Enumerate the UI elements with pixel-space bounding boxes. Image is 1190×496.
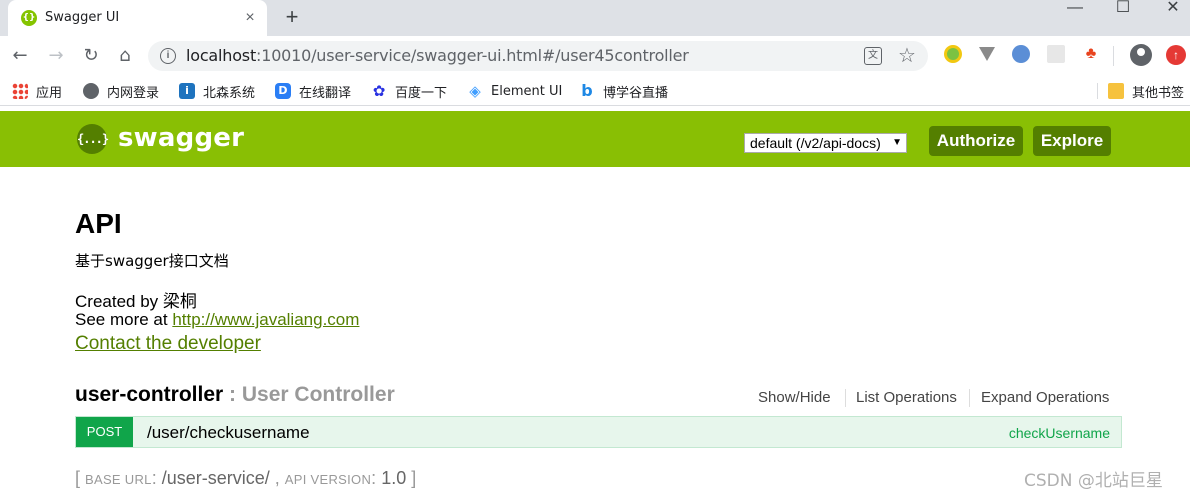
list-operations-link[interactable]: List Operations: [856, 389, 957, 406]
extension-blank-icon[interactable]: [1047, 45, 1065, 63]
tab-strip: {} Swagger UI × + — ☐ ✕: [0, 0, 1190, 36]
resource-heading[interactable]: user-controller : User Controller: [75, 383, 395, 407]
bookmark-intranet-login[interactable]: 内网登录: [83, 82, 159, 101]
toolbar-divider: [1113, 46, 1114, 66]
base-url-value: /user-service/: [161, 468, 270, 488]
extension-network-icon[interactable]: ♣: [1082, 45, 1100, 63]
bookmark-other[interactable]: 其他书签: [1107, 82, 1184, 101]
tab-swagger-ui[interactable]: {} Swagger UI ×: [8, 0, 267, 36]
profile-avatar-icon[interactable]: [1130, 44, 1152, 66]
translate-icon[interactable]: 文: [864, 47, 882, 65]
operation-path[interactable]: /user/checkusername: [147, 423, 310, 443]
bookmark-element-ui[interactable]: ◈ Element UI: [467, 82, 562, 100]
operation-row[interactable]: POST /user/checkusername checkUsername: [75, 416, 1122, 448]
created-by: Created by 梁桐: [75, 292, 197, 311]
bilibili-icon: b: [581, 81, 593, 100]
window-close-icon[interactable]: ✕: [1150, 0, 1190, 32]
see-more-line: See more at http://www.javaliang.com: [75, 310, 360, 329]
csdn-watermark: CSDN @北站巨星: [1024, 471, 1163, 491]
apps-grid-icon: [12, 83, 28, 99]
api-info: Created by 梁桐 See more at http://www.jav…: [75, 293, 359, 329]
bookmark-apps[interactable]: 应用: [12, 82, 62, 101]
url-text[interactable]: localhost:10010/user-service/swagger-ui.…: [186, 46, 689, 65]
expand-operations-link[interactable]: Expand Operations: [981, 389, 1109, 406]
tab-close-icon[interactable]: ×: [240, 8, 260, 28]
bookmark-boxuegu-live[interactable]: b 博学谷直播: [579, 81, 668, 101]
bookmark-beisen[interactable]: i 北森系统: [179, 82, 255, 101]
minimize-icon[interactable]: —: [1052, 0, 1098, 32]
extension-vue-icon[interactable]: [978, 45, 996, 63]
api-description: 基于swagger接口文档: [75, 252, 229, 270]
api-title: API: [75, 208, 122, 239]
ops-divider: [969, 389, 970, 407]
back-arrow-icon[interactable]: ←: [8, 44, 32, 68]
base-url-label: BASE URL: [85, 472, 152, 487]
extension-blue-icon[interactable]: [1012, 45, 1030, 63]
address-bar[interactable]: i localhost:10010/user-service/swagger-u…: [148, 41, 928, 71]
dropdown-caret-icon: ▼: [892, 137, 902, 148]
operation-nickname[interactable]: checkUsername: [1009, 425, 1110, 441]
home-icon[interactable]: ⌂: [113, 44, 137, 68]
website-link[interactable]: http://www.javaliang.com: [172, 310, 359, 329]
authorize-button[interactable]: Authorize: [929, 126, 1023, 156]
tab-title: Swagger UI: [45, 10, 120, 25]
api-version-label: API VERSION: [284, 472, 372, 487]
show-hide-link[interactable]: Show/Hide: [758, 389, 831, 406]
site-info-icon[interactable]: i: [160, 48, 176, 64]
http-method-badge[interactable]: POST: [76, 417, 133, 447]
folder-icon: [1107, 83, 1124, 99]
update-icon[interactable]: ↑: [1166, 45, 1186, 65]
bookmarks-divider: [1097, 83, 1098, 99]
new-tab-button[interactable]: +: [279, 4, 305, 30]
swagger-logo-text[interactable]: swagger: [118, 123, 244, 153]
bookmarks-bar: 应用 内网登录 i 北森系统 D 在线翻译 ✿ 百度一下 ◈ Element UI b博…: [0, 76, 1190, 106]
baidu-paw-icon: ✿: [372, 82, 386, 100]
swagger-header: {...} swagger default (/v2/api-docs) ▼ Au…: [0, 111, 1190, 167]
element-icon: ◈: [469, 82, 481, 100]
globe-icon: [83, 83, 99, 99]
explore-button[interactable]: Explore: [1033, 126, 1111, 156]
api-footer: [ BASE URL: /user-service/ , API VERSION…: [75, 468, 417, 488]
bookmark-star-icon[interactable]: ☆: [898, 43, 916, 68]
bookmark-online-translate[interactable]: D 在线翻译: [275, 82, 351, 101]
reload-icon[interactable]: ↻: [79, 44, 103, 68]
beisen-icon: i: [179, 83, 195, 99]
ops-divider: [845, 389, 846, 407]
api-version-value: 1.0: [381, 468, 407, 488]
translate-d-icon: D: [275, 83, 291, 99]
bookmark-baidu[interactable]: ✿ 百度一下: [371, 82, 447, 101]
forward-arrow-icon[interactable]: →: [44, 44, 68, 68]
contact-developer-link[interactable]: Contact the developer: [75, 333, 261, 355]
swagger-favicon-icon: {}: [21, 10, 37, 26]
api-spec-select[interactable]: default (/v2/api-docs) ▼: [744, 133, 907, 153]
extension-green-icon[interactable]: [944, 45, 962, 63]
swagger-logo-icon[interactable]: {...}: [77, 124, 109, 154]
maximize-icon[interactable]: ☐: [1100, 0, 1146, 32]
